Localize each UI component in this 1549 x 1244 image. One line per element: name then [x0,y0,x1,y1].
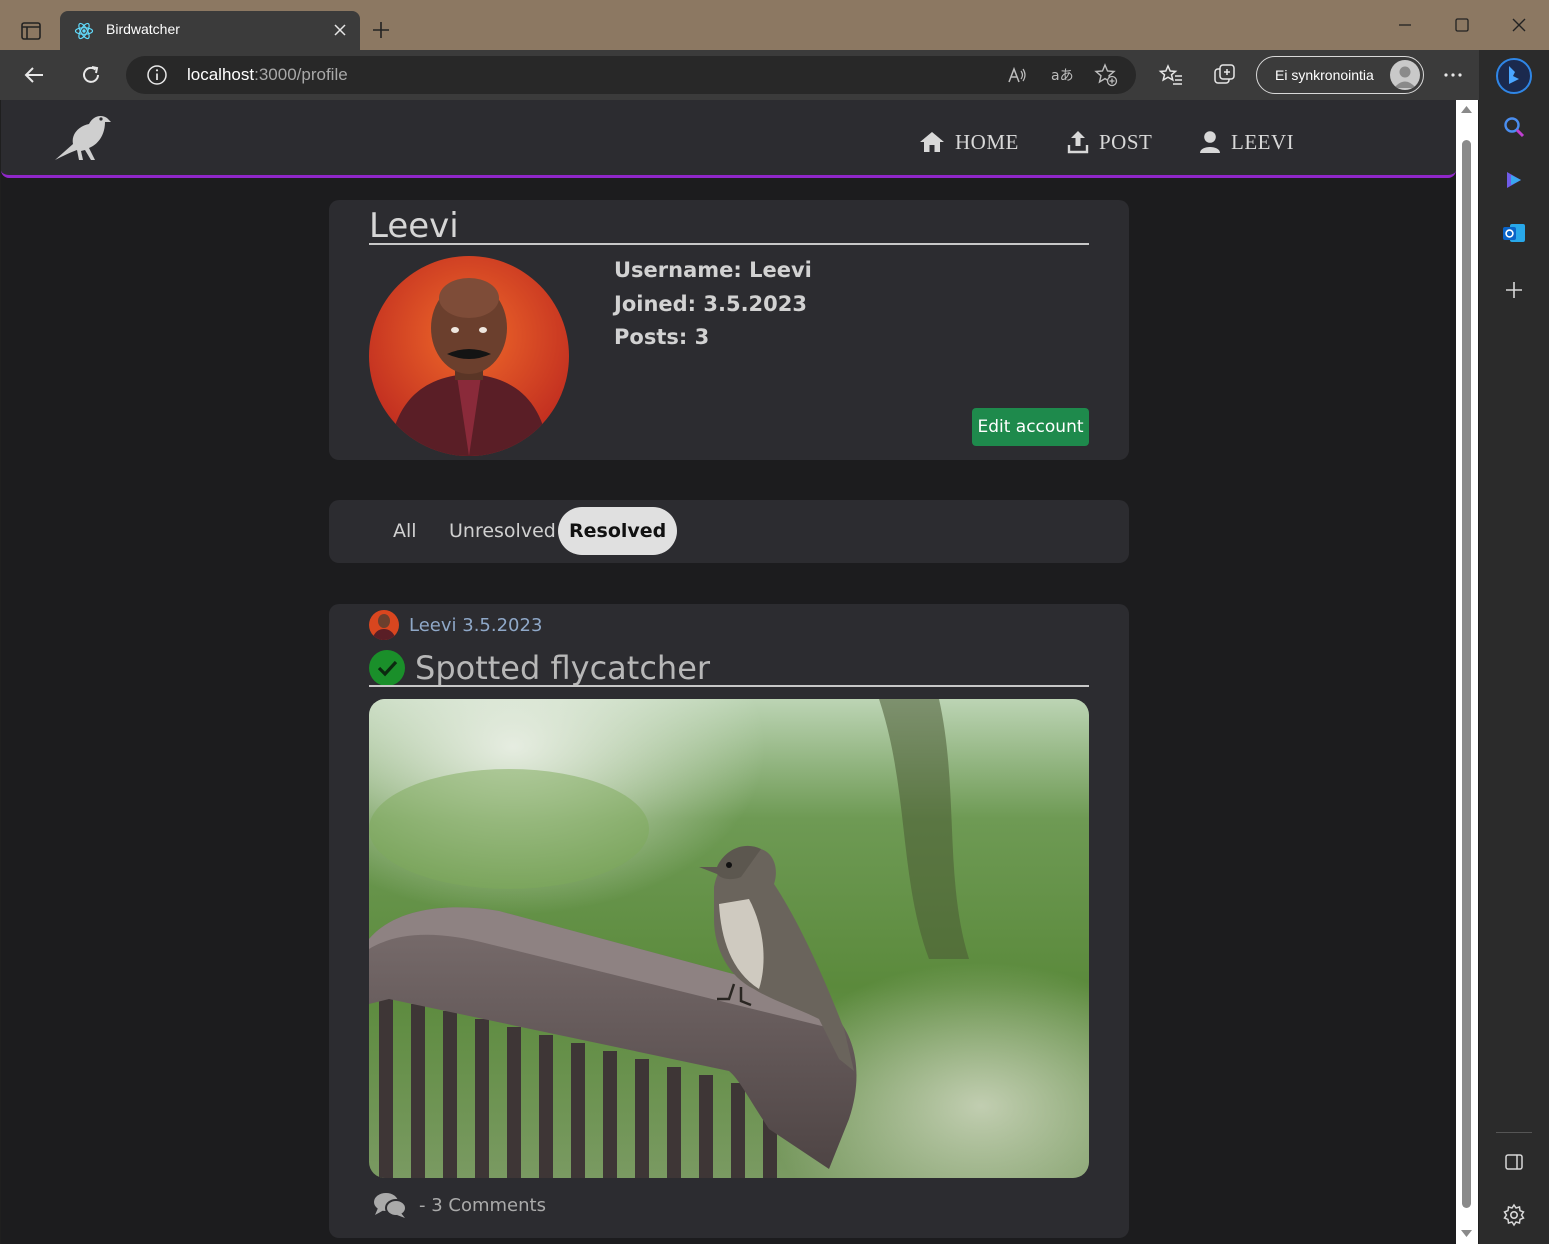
scroll-down-icon[interactable] [1461,1229,1472,1239]
browser-profile-icon [1390,60,1420,90]
tab-actions-icon[interactable] [18,18,44,44]
nav-user-label: LEEVI [1231,129,1295,154]
home-icon [920,132,944,152]
profile-sync-button[interactable]: Ei synkronointia [1256,56,1424,94]
post-card: Leevi 3.5.2023 Spotted flycatcher - 3 Co… [329,604,1129,1238]
nav-user[interactable]: LEEVI [1199,126,1294,158]
close-window-icon[interactable] [1508,14,1530,36]
search-icon[interactable] [1501,114,1527,140]
nav-post[interactable]: POST [1067,126,1152,158]
react-icon [74,22,94,40]
outlook-icon[interactable] [1501,220,1527,246]
scrollbar-thumb[interactable] [1462,140,1471,1208]
post-meta: Leevi 3.5.2023 [369,610,542,640]
profile-name: Leevi [369,206,459,246]
page-scrollbar[interactable] [1456,100,1478,1244]
browser-tab[interactable]: Birdwatcher [60,11,360,51]
nav-home-label: HOME [955,129,1019,154]
add-favorite-icon[interactable] [1094,63,1118,87]
edge-sidebar [1479,50,1549,1244]
profile-divider [369,243,1089,245]
site-navbar: HOME POST LEEVI [1,100,1456,178]
post-title[interactable]: Spotted flycatcher [415,649,710,687]
filter-bar: All Unresolved Resolved [329,500,1129,563]
user-icon [1200,131,1220,153]
page-viewport: HOME POST LEEVI Leevi Username: Leevi Jo… [1,100,1456,1244]
tab-title: Birdwatcher [106,21,180,37]
favorites-icon[interactable] [1158,62,1184,88]
filter-unresolved[interactable]: Unresolved [438,507,567,555]
add-icon[interactable] [1501,277,1527,303]
collections-icon[interactable] [1212,62,1238,88]
nav-home[interactable]: HOME [919,126,1019,158]
more-options-icon[interactable] [1440,62,1466,88]
filter-resolved[interactable]: Resolved [558,507,678,555]
resolved-check-icon [369,650,405,686]
browser-titlebar: Birdwatcher [0,0,1549,51]
scroll-up-icon[interactable] [1461,104,1472,114]
post-author-avatar[interactable] [369,610,399,640]
maximize-icon[interactable] [1451,14,1473,36]
svg-text:aあ: aあ [1051,68,1074,84]
comments-count: - 3 Comments [419,1194,546,1216]
translate-icon[interactable]: aあ [1050,64,1074,86]
username-info: Username: Leevi [614,258,812,282]
post-title-row: Spotted flycatcher [369,648,710,688]
post-divider [369,685,1089,687]
edit-account-button[interactable]: Edit account [972,408,1089,446]
profile-card: Leevi Username: Leevi Joined: 3.5.2023 P… [329,200,1129,460]
back-icon[interactable] [22,62,48,88]
bing-chat-icon[interactable] [1494,56,1534,96]
upload-icon [1067,131,1089,154]
avatar [369,256,569,456]
comments-icon [374,1193,407,1218]
info-icon[interactable] [146,64,168,86]
posts-info: Posts: 3 [614,325,710,349]
filter-all[interactable]: All [382,507,428,555]
browser-toolbar: localhost:3000/profile aあ Ei synkronoint… [0,50,1549,100]
refresh-icon[interactable] [78,62,104,88]
joined-info: Joined: 3.5.2023 [614,292,807,316]
sidebar-divider [1496,1132,1532,1133]
bird-logo-icon[interactable] [49,108,115,164]
sync-label: Ei synkronointia [1275,67,1374,83]
post-image[interactable] [369,699,1089,1178]
read-aloud-icon[interactable] [1006,64,1028,86]
url-text: localhost:3000/profile [187,65,348,84]
post-author-date[interactable]: Leevi 3.5.2023 [409,615,542,636]
settings-icon[interactable] [1501,1202,1527,1228]
nav-post-label: POST [1099,129,1153,154]
close-tab-icon[interactable] [330,20,350,40]
comments-link[interactable]: - 3 Comments [373,1190,546,1220]
copilot-icon[interactable] [1501,167,1527,193]
minimize-icon[interactable] [1394,14,1416,36]
address-bar[interactable]: localhost:3000/profile aあ [126,56,1136,94]
new-tab-icon[interactable] [370,19,392,41]
hide-sidebar-icon[interactable] [1501,1149,1527,1175]
